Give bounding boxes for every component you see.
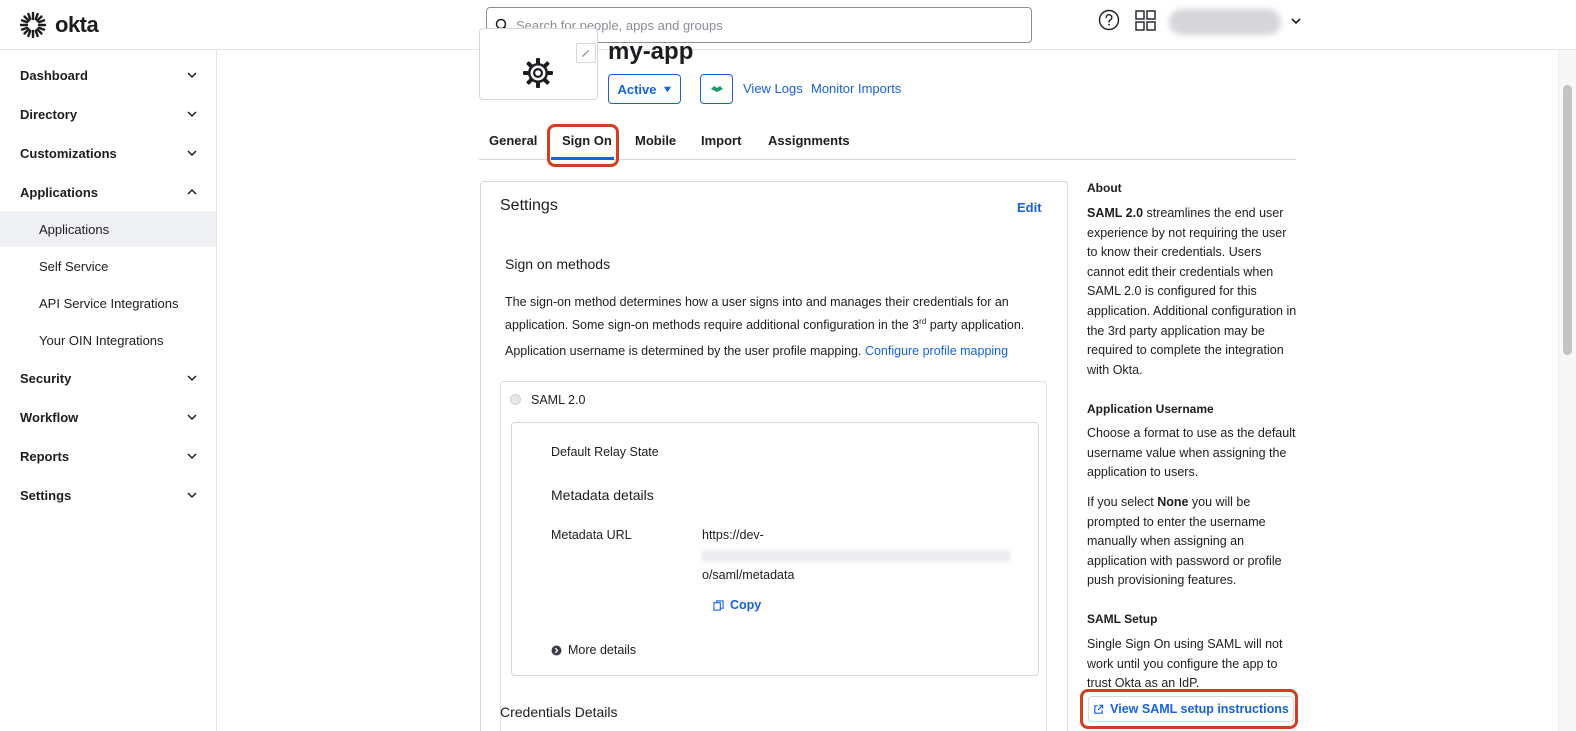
sidebar-subitem-self-service[interactable]: Self Service [0,248,216,284]
pencil-icon [581,49,590,58]
copy-label: Copy [730,598,762,612]
app-title: my-app [608,38,694,65]
caret-down-icon [663,86,671,92]
username-mapping-text: Application username is determined by th… [505,341,1008,361]
sidebar-item-directory[interactable]: Directory [0,95,216,133]
okta-sunburst-icon [19,11,47,39]
sidebar-item-settings[interactable]: Settings [0,476,216,514]
scrollbar-thumb[interactable] [1563,85,1572,355]
sidebar-subitem-api-service-integrations[interactable]: API Service Integrations [0,285,216,321]
sidebar-item-label: Applications [20,184,99,200]
chevron-down-icon [187,375,197,382]
sidebar-item-label: Security [20,370,72,386]
saml-setup-text: Single Sign On using SAML will not work … [1087,637,1283,691]
chevron-down-icon [187,72,197,79]
description-line: The sign-on method determines how a user… [505,295,1009,309]
sidebar-item-applications[interactable]: Applications [0,173,216,211]
chevron-down-icon [187,492,197,499]
application-username-title: Application Username [1087,402,1214,416]
gear-icon [523,58,553,88]
about-bold: SAML 2.0 [1087,206,1144,220]
about-body: streamlines the end user experience by n… [1087,206,1297,377]
okta-logo[interactable]: okta [19,11,99,39]
description-text: party application. [926,318,1025,333]
chevron-right-circle-icon [551,645,562,655]
sidebar-subitem-label: Applications [39,221,110,237]
sidebar-item-label: Settings [20,487,72,503]
handshake-icon [710,86,723,92]
description-text: application. Some sign-on methods requir… [505,318,920,333]
copy-button[interactable]: Copy [713,598,761,612]
page-scrollbar[interactable] [1558,50,1576,731]
sidebar-item-security[interactable]: Security [0,359,216,397]
sidebar-item-dashboard[interactable]: Dashboard [0,56,216,94]
saml-radio[interactable] [510,394,521,405]
metadata-url-start: https://dev- [702,528,764,542]
settings-edit-button[interactable]: Edit [1017,200,1042,215]
configure-profile-mapping-link[interactable]: Configure profile mapping [865,344,1008,358]
sign-on-tab-highlight [547,124,619,167]
chevron-down-icon [187,414,197,421]
saml-setup-title: SAML Setup [1087,612,1158,626]
saml-instructions-highlight [1080,689,1298,729]
more-details-label: More details [568,643,637,657]
sidebar-item-reports[interactable]: Reports [0,437,216,475]
sidebar-item-workflow[interactable]: Workflow [0,398,216,436]
about-title: About [1087,181,1122,195]
sidebar-subitem-label: API Service Integrations [39,295,179,311]
metadata-url-end: o/saml/metadata [702,568,795,582]
chevron-down-icon [187,150,197,157]
copy-icon [713,599,724,611]
none-bold: None [1157,495,1189,509]
tab-assignments[interactable]: Assignments [768,133,850,148]
sidebar-item-label: Customizations [20,145,117,161]
chevron-down-icon[interactable] [1290,15,1302,27]
push-groups-button[interactable] [700,74,733,104]
sidebar: Dashboard Directory Customizations Appli… [0,50,217,731]
saml-radio-label: SAML 2.0 [531,393,586,407]
chevron-up-icon [187,188,197,195]
credentials-details-title: Credentials Details [500,704,618,720]
sidebar-item-label: Reports [20,448,70,464]
sidebar-item-customizations[interactable]: Customizations [0,134,216,172]
metadata-url-label: Metadata URL [551,528,632,542]
monitor-imports-link[interactable]: Monitor Imports [811,81,901,96]
none-option-text: If you select None you will be prompted … [1087,493,1299,591]
sidebar-subitem-your-oin-integrations[interactable]: Your OIN Integrations [0,322,216,358]
application-username-text: Choose a format to use as the default us… [1087,426,1296,480]
status-label: Active [617,81,657,97]
saml-details-box [511,422,1039,676]
logo-text: okta [55,12,99,37]
tab-mobile[interactable]: Mobile [635,133,676,148]
app-status-dropdown[interactable]: Active [608,74,681,104]
more-details-toggle[interactable]: More details [551,643,636,657]
user-menu[interactable] [1169,9,1281,35]
sign-on-description: The sign-on method determines how a user… [505,292,1024,335]
default-relay-state-label: Default Relay State [551,445,659,459]
about-text: SAML 2.0 streamlines the end user experi… [1087,204,1299,380]
none-pre: If you select [1087,495,1158,509]
sidebar-item-label: Dashboard [20,67,88,83]
chevron-down-icon [187,111,197,118]
sidebar-item-label: Workflow [20,409,79,425]
view-logs-link[interactable]: View Logs [743,81,803,96]
edit-logo-button[interactable] [576,43,596,63]
top-bar: okta [0,0,1576,50]
description-line: application. Some sign-on methods requir… [505,312,1024,335]
metadata-url-redacted [702,550,1010,562]
sign-on-methods-title: Sign on methods [505,256,611,272]
chevron-down-icon [187,453,197,460]
settings-title: Settings [500,197,558,214]
sidebar-subitem-label: Self Service [39,258,109,274]
tab-general[interactable]: General [489,133,537,148]
sidebar-item-label: Directory [20,106,78,122]
metadata-details-title: Metadata details [551,487,654,503]
sidebar-subitem-label: Your OIN Integrations [39,332,164,348]
app-grid-icon[interactable] [1135,10,1156,31]
sidebar-subitem-applications[interactable]: Applications [0,211,216,247]
help-icon[interactable] [1098,9,1120,31]
username-text: Application username is determined by th… [505,344,862,358]
tab-import[interactable]: Import [701,133,741,148]
